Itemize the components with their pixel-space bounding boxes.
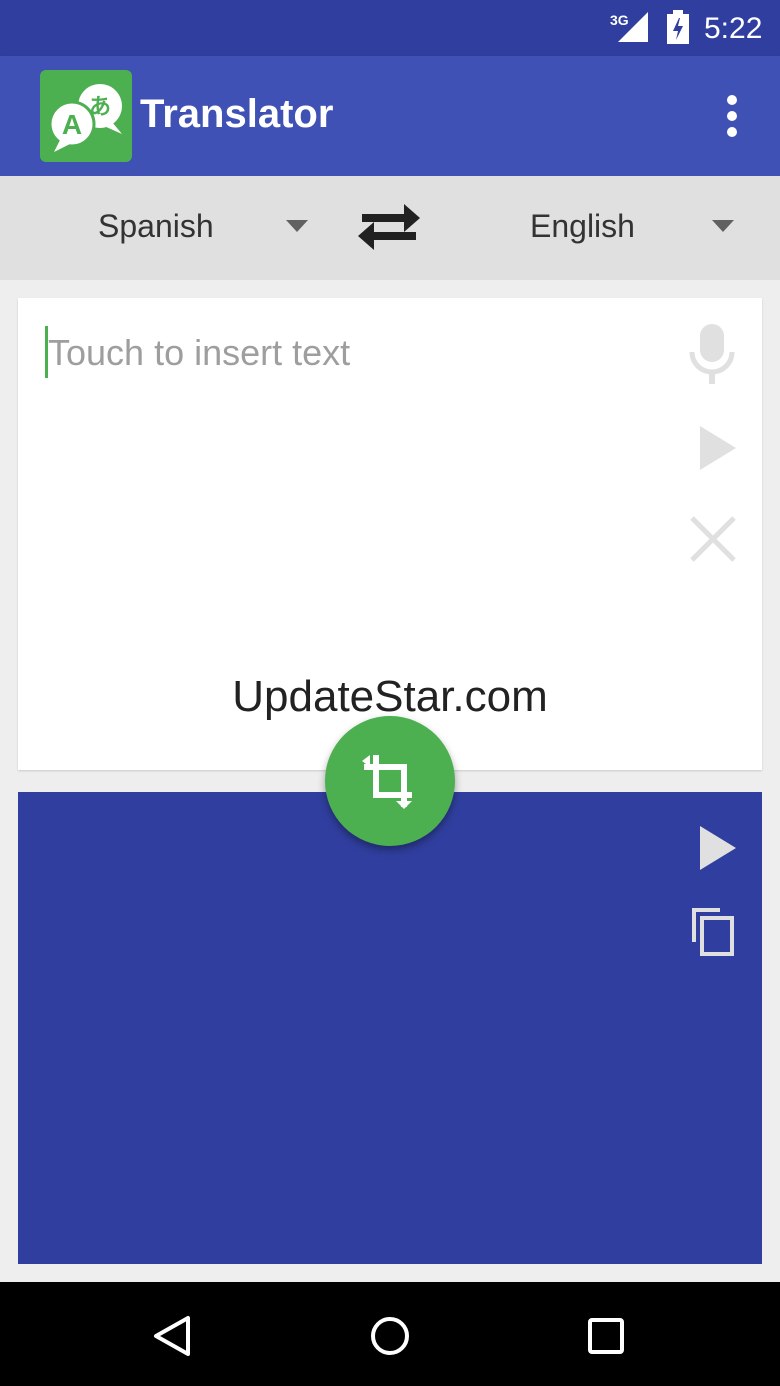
close-icon[interactable] — [688, 514, 738, 564]
output-card — [18, 792, 762, 1264]
status-bar: 3G 5:22 — [0, 0, 780, 56]
battery-charging-icon — [667, 10, 689, 44]
recent-apps-icon[interactable] — [586, 1316, 626, 1356]
app-logo: A あ — [40, 70, 132, 162]
input-card: UpdateStar.com — [18, 298, 762, 770]
back-icon[interactable] — [150, 1314, 194, 1358]
play-icon[interactable] — [698, 424, 738, 472]
svg-text:A: A — [62, 109, 82, 140]
clock: 5:22 — [704, 12, 763, 45]
app-bar: A あ Translator — [0, 56, 780, 176]
navigation-bar — [0, 1282, 780, 1386]
watermark: UpdateStar.com — [232, 672, 548, 721]
target-language-select[interactable]: English — [530, 208, 635, 245]
copy-icon[interactable] — [690, 906, 736, 956]
app-title: Translator — [140, 92, 334, 136]
home-icon[interactable] — [368, 1314, 412, 1358]
source-language-select[interactable]: Spanish — [98, 208, 214, 245]
chevron-down-icon[interactable] — [286, 220, 308, 234]
microphone-icon[interactable] — [686, 322, 738, 386]
source-text-input[interactable] — [48, 332, 648, 374]
language-bar: Spanish English — [0, 176, 780, 280]
translate-button[interactable] — [325, 716, 455, 846]
more-vert-icon[interactable] — [716, 92, 748, 140]
play-icon[interactable] — [698, 824, 738, 872]
svg-text:あ: あ — [89, 95, 111, 120]
crop-rotate-icon — [362, 755, 412, 809]
chevron-down-icon[interactable] — [712, 220, 734, 234]
signal-icon — [618, 12, 648, 42]
translate-bubbles-icon: A あ — [48, 84, 122, 152]
swap-arrows-icon[interactable] — [356, 202, 422, 254]
